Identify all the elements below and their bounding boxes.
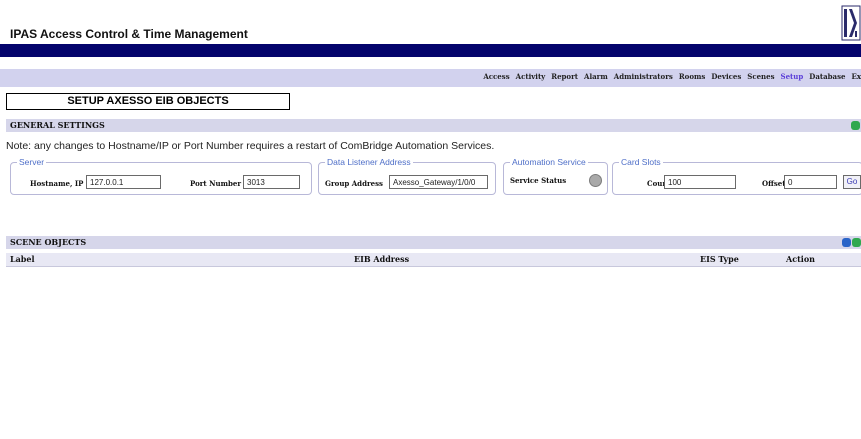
service-status-label: Service Status	[510, 176, 567, 185]
automation-service-legend: Automation Service	[512, 157, 586, 167]
offset-input[interactable]	[784, 175, 837, 189]
nav-item-administrators[interactable]: Administrators	[614, 72, 673, 81]
nav-item-report[interactable]: Report	[551, 72, 578, 81]
nav-item-database[interactable]: Database	[809, 72, 845, 81]
restart-note: Note: any changes to Hostname/IP or Port…	[6, 140, 495, 152]
company-logo	[841, 5, 861, 43]
collapse-icon[interactable]	[851, 121, 860, 130]
general-settings-title: GENERAL SETTINGS	[10, 120, 105, 130]
nav-item-rooms[interactable]: Rooms	[679, 72, 706, 81]
service-status-indicator	[589, 174, 602, 187]
group-address-label: Group Address	[325, 179, 383, 188]
nav-item-access[interactable]: Access	[483, 72, 509, 81]
port-number-input[interactable]	[243, 175, 300, 189]
collapse-icon[interactable]	[852, 238, 861, 247]
server-legend: Server	[19, 157, 45, 167]
group-address-input[interactable]	[389, 175, 488, 189]
main-nav: Access Activity Report Alarm Administrators R…	[477, 72, 861, 81]
offset-label: Offset	[762, 179, 786, 188]
column-action[interactable]: Action	[786, 253, 815, 266]
page-title: SETUP AXESSO EIB OBJECTS	[6, 93, 290, 110]
header-divider-bar	[0, 44, 861, 57]
nav-item-ex[interactable]: Ex	[851, 72, 861, 81]
app-title: IPAS Access Control & Time Management	[10, 27, 248, 41]
nav-item-devices[interactable]: Devices	[711, 72, 741, 81]
scene-objects-title: SCENE OBJECTS	[10, 237, 87, 247]
count-input[interactable]	[664, 175, 736, 189]
go-button[interactable]: Go	[843, 175, 861, 189]
general-settings-header: GENERAL SETTINGS	[6, 119, 861, 132]
nav-item-setup[interactable]: Setup	[781, 72, 804, 81]
hostname-input[interactable]	[86, 175, 161, 189]
hostname-label: Hostname, IP	[30, 179, 84, 188]
port-number-label: Port Number	[190, 179, 242, 188]
nav-item-scenes[interactable]: Scenes	[747, 72, 774, 81]
column-label[interactable]: Label	[10, 253, 35, 266]
add-icon[interactable]	[842, 238, 851, 247]
column-eib-address[interactable]: EIB Address	[354, 253, 409, 266]
scene-objects-header: SCENE OBJECTS	[6, 236, 861, 249]
data-listener-legend: Data Listener Address	[327, 157, 411, 167]
nav-item-activity[interactable]: Activity	[516, 72, 546, 81]
column-eis-type[interactable]: EIS Type	[700, 253, 739, 266]
nav-item-alarm[interactable]: Alarm	[584, 72, 608, 81]
card-slots-legend: Card Slots	[621, 157, 661, 167]
